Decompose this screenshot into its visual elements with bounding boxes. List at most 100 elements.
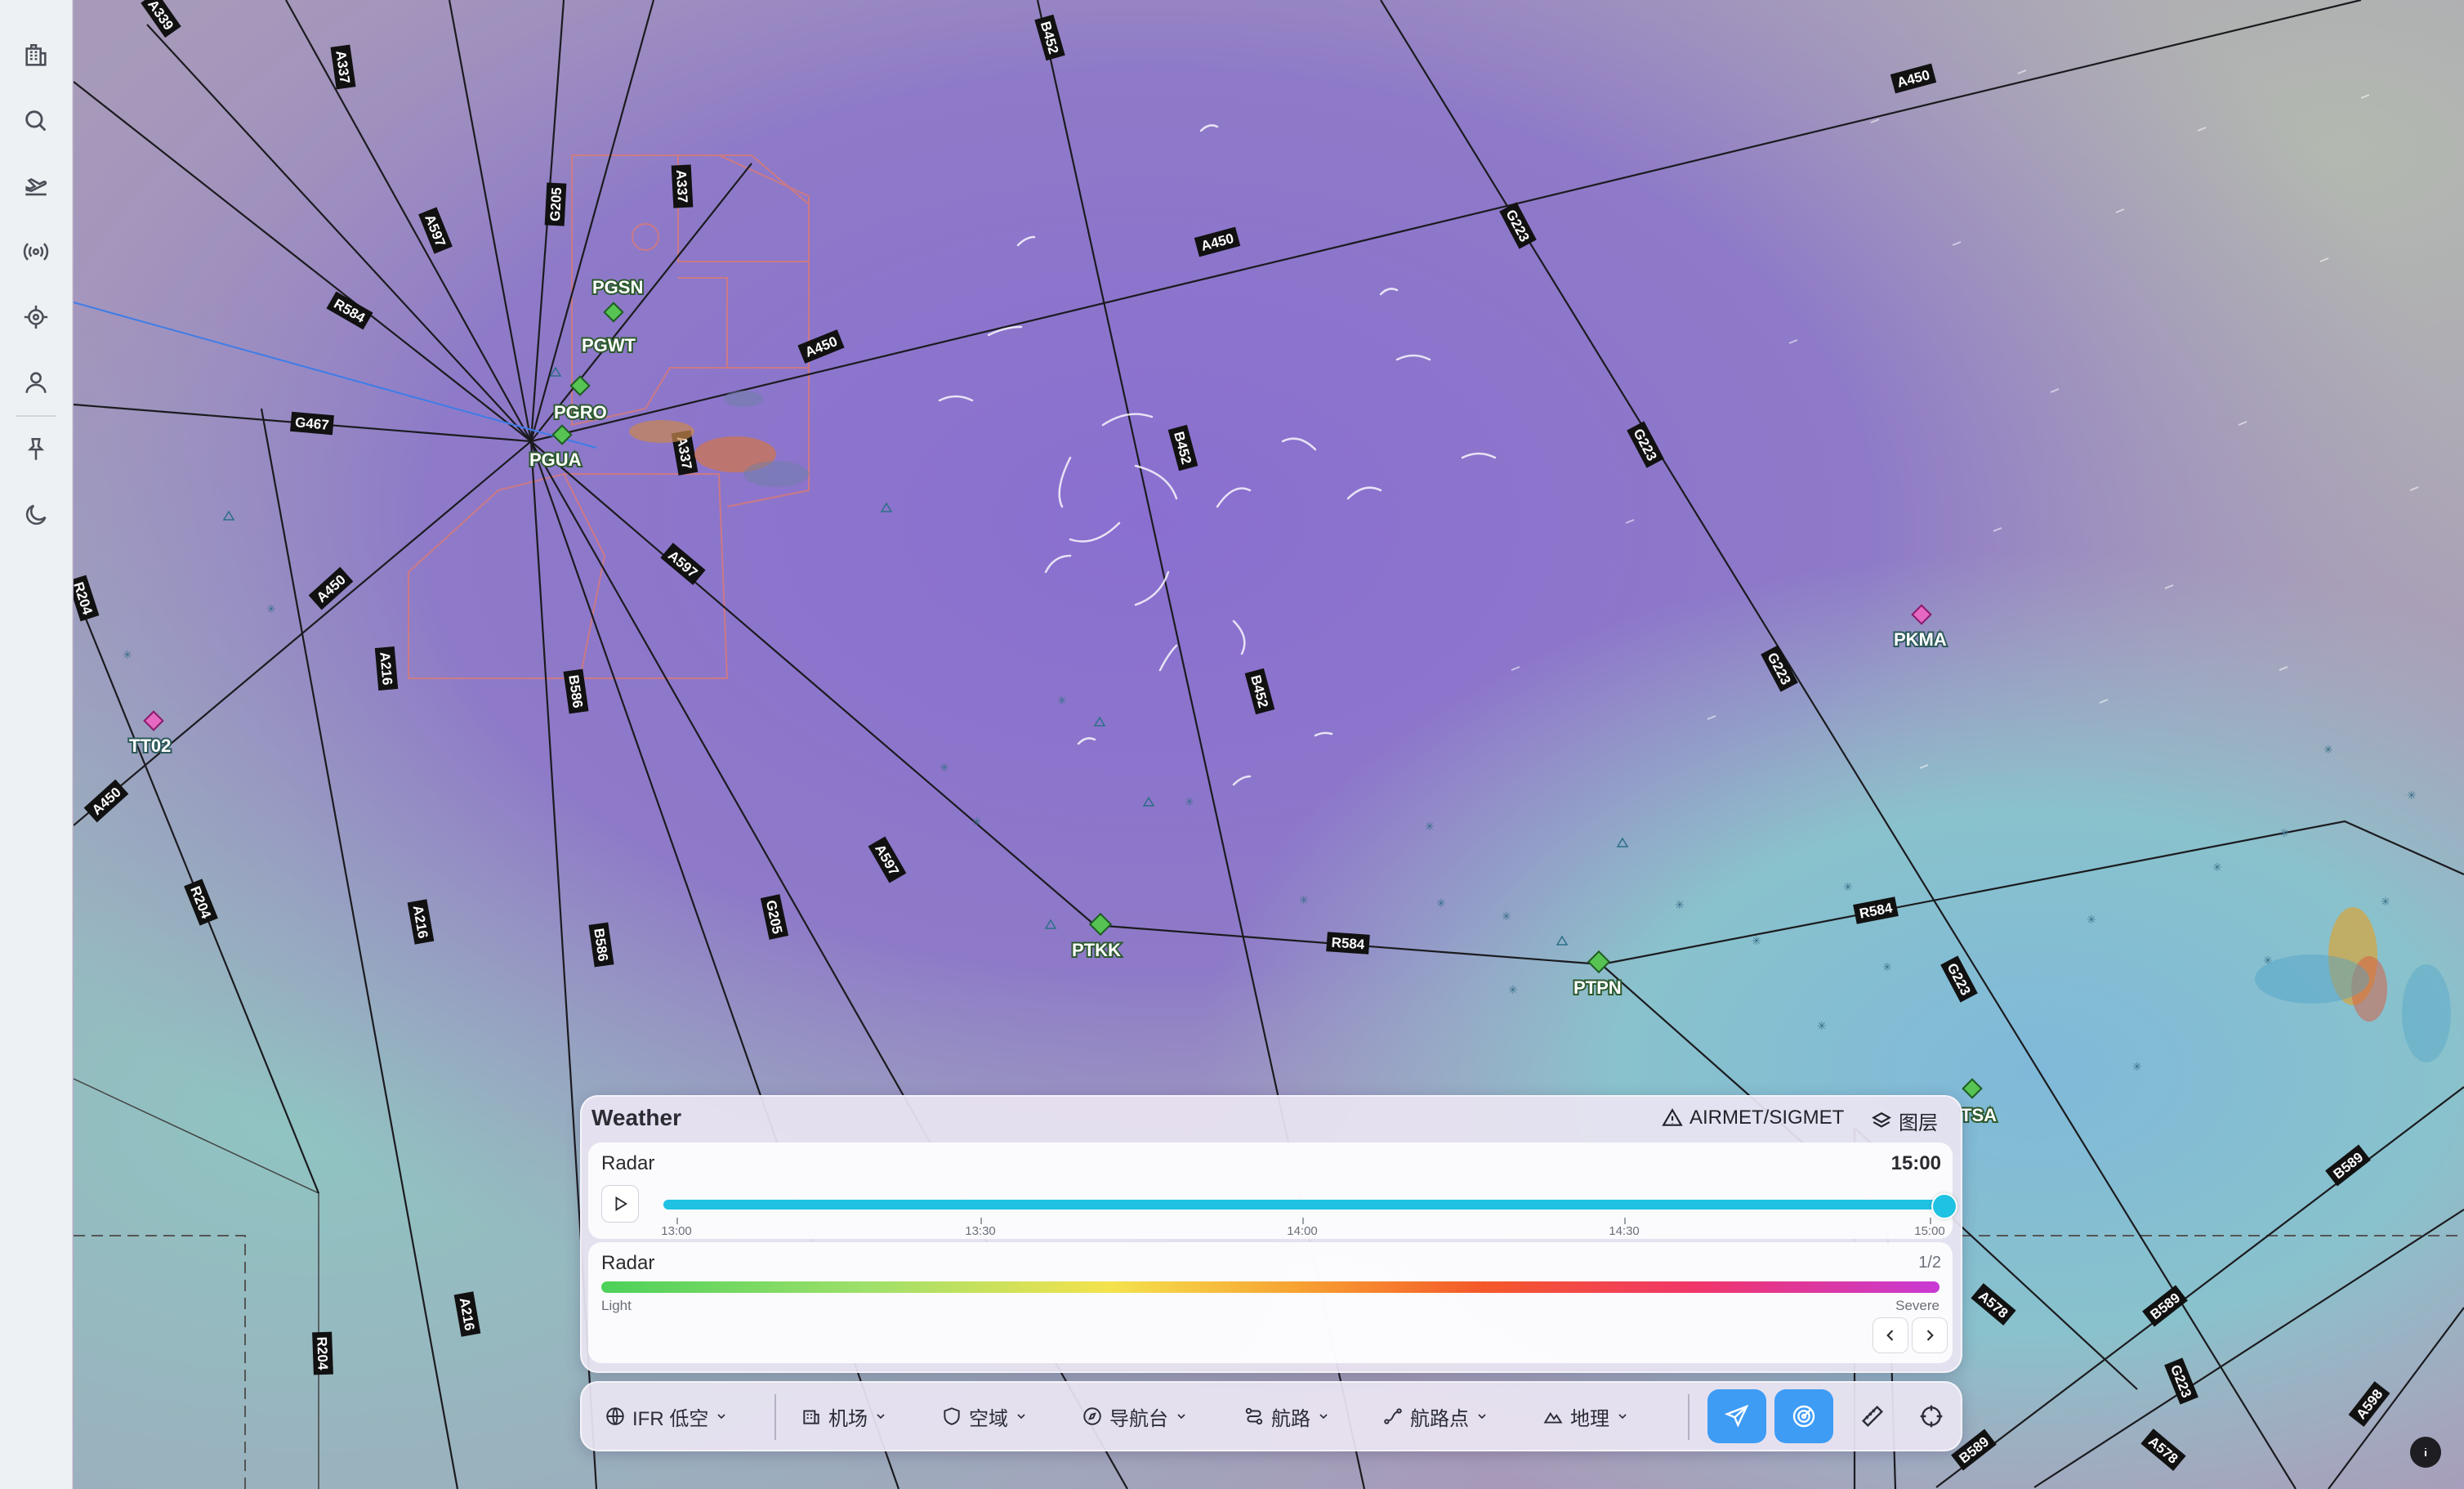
waypoint-layer-dropdown[interactable]: 航路点 [1382, 1399, 1489, 1433]
airport-label: PGWT [582, 335, 636, 355]
weather-panel-title: Weather [591, 1105, 681, 1130]
play-button[interactable] [601, 1185, 639, 1223]
broadcast-button[interactable] [13, 229, 59, 275]
pin-button[interactable] [13, 427, 59, 472]
svg-text:✳: ✳ [1185, 796, 1194, 809]
measure-button[interactable] [1843, 1389, 1902, 1443]
locate-button[interactable] [13, 294, 59, 340]
dark-mode-button[interactable] [13, 492, 59, 538]
chevron-right-icon [1926, 1330, 1934, 1341]
toolbar-divider [774, 1394, 776, 1440]
navaid-label: 导航台 [1109, 1407, 1168, 1430]
toolbar-divider [1688, 1394, 1690, 1440]
shield-icon [944, 1407, 960, 1425]
geography-layer-dropdown[interactable]: 地理 [1542, 1399, 1629, 1433]
building-icon [803, 1410, 819, 1424]
svg-text:✳: ✳ [1425, 821, 1435, 834]
mountain-icon [1543, 1411, 1563, 1424]
weather-radar-button[interactable] [1774, 1389, 1833, 1443]
tick-mark [1302, 1218, 1304, 1224]
map-toolbar: IFR 低空 机场 空域 导航台 航路 航路点 地理 [580, 1381, 1962, 1451]
svg-text:G467: G467 [294, 414, 329, 433]
tick-label: 14:00 [1287, 1224, 1318, 1238]
ifr-label: IFR 低空 [632, 1407, 709, 1430]
info-button[interactable] [2410, 1437, 2441, 1468]
search-icon [25, 110, 47, 132]
radar-current-time: 15:00 [1890, 1152, 1941, 1174]
airport-label: PTKK [1072, 940, 1121, 960]
ruler-icon [1861, 1405, 1884, 1428]
route-layer-dropdown[interactable]: 航路 [1243, 1399, 1330, 1433]
svg-text:✳: ✳ [940, 762, 949, 775]
chevron-down-icon [1017, 1414, 1025, 1420]
user-icon [25, 372, 47, 393]
airport-pgsn[interactable]: PGSN [591, 275, 645, 299]
tick-mark [980, 1218, 982, 1224]
radar-timeline-thumb[interactable] [1931, 1193, 1957, 1219]
recenter-button[interactable] [1902, 1389, 1961, 1443]
svg-text:✳: ✳ [1817, 1020, 1827, 1033]
airport-label: PGUA [529, 449, 582, 470]
airport-building-button[interactable] [13, 33, 59, 78]
warning-triangle-icon [1662, 1108, 1683, 1126]
radar-timeline-card: Radar 15:00 13:00 13:30 14:00 14:30 15:0… [588, 1142, 1957, 1239]
airport-label: PGSN [592, 277, 643, 297]
broadcast-icon [23, 243, 49, 261]
waypoint-label: 航路点 [1410, 1407, 1469, 1430]
airport-label: PKMA [1894, 629, 1947, 650]
layers-button[interactable]: 图层 [1871, 1107, 1938, 1135]
svg-text:G205: G205 [547, 187, 565, 222]
radar-icon [1792, 1405, 1815, 1428]
svg-text:✳: ✳ [1299, 894, 1309, 907]
airspace-layer-dropdown[interactable]: 空域 [941, 1399, 1028, 1433]
svg-text:✳: ✳ [2132, 1061, 2142, 1074]
airport-label: TSA [1961, 1105, 1997, 1125]
flight-mode-button[interactable] [1707, 1389, 1766, 1443]
route-label: 航路 [1271, 1407, 1310, 1430]
svg-text:✳: ✳ [1502, 910, 1511, 923]
airmet-sigmet-label: AIRMET/SIGMET [1690, 1107, 1845, 1129]
route-icon [1245, 1407, 1263, 1425]
airport-label: 机场 [828, 1407, 868, 1430]
svg-text:✳: ✳ [2087, 914, 2096, 927]
user-button[interactable] [13, 360, 59, 405]
airport-label: TT02 [129, 736, 171, 756]
chevron-down-icon [877, 1414, 885, 1420]
building-icon [25, 43, 47, 66]
svg-text:✳: ✳ [972, 816, 982, 829]
compass-icon [1083, 1407, 1101, 1425]
tick-mark [1930, 1218, 1931, 1224]
svg-text:✳: ✳ [123, 649, 132, 662]
weather-panel: Weather AIRMET/SIGMET 图层 Radar 15:00 13:… [580, 1095, 1962, 1373]
tick-label: 15:00 [1914, 1224, 1945, 1238]
search-button[interactable] [13, 98, 59, 144]
radar-legend-card: Radar 1/2 Light Severe [588, 1242, 1953, 1363]
legend-next-button[interactable] [1912, 1317, 1948, 1353]
crosshair-icon [1920, 1405, 1943, 1428]
tick-label: 14:30 [1609, 1224, 1640, 1238]
globe-icon [606, 1407, 624, 1425]
svg-text:✳: ✳ [2323, 744, 2333, 757]
airmet-sigmet-button[interactable]: AIRMET/SIGMET [1662, 1107, 1844, 1129]
chevron-left-icon [1886, 1330, 1894, 1341]
svg-text:✳: ✳ [2279, 827, 2289, 840]
chevron-down-icon [1177, 1414, 1185, 1420]
legend-high-label: Severe [1895, 1298, 1940, 1313]
flight-button[interactable] [13, 163, 59, 209]
svg-text:✳: ✳ [266, 603, 276, 616]
ifr-low-chart-selector[interactable]: IFR 低空 [605, 1399, 728, 1433]
tick-mark [676, 1218, 678, 1224]
radar-timeline-slider[interactable] [663, 1200, 1943, 1210]
layers-icon [1872, 1111, 1891, 1128]
geography-label: 地理 [1570, 1407, 1609, 1430]
airport-layer-dropdown[interactable]: 机场 [801, 1399, 887, 1433]
legend-prev-button[interactable] [1873, 1317, 1908, 1353]
waypoint-icon [1384, 1408, 1402, 1424]
crosshair-icon [24, 305, 48, 329]
svg-text:✳: ✳ [1882, 961, 1892, 974]
chevron-down-icon [1478, 1414, 1486, 1420]
chevron-down-icon [1618, 1414, 1627, 1420]
left-sidebar [0, 0, 73, 1489]
chevron-down-icon [717, 1414, 725, 1420]
navaid-layer-dropdown[interactable]: 导航台 [1082, 1399, 1188, 1433]
